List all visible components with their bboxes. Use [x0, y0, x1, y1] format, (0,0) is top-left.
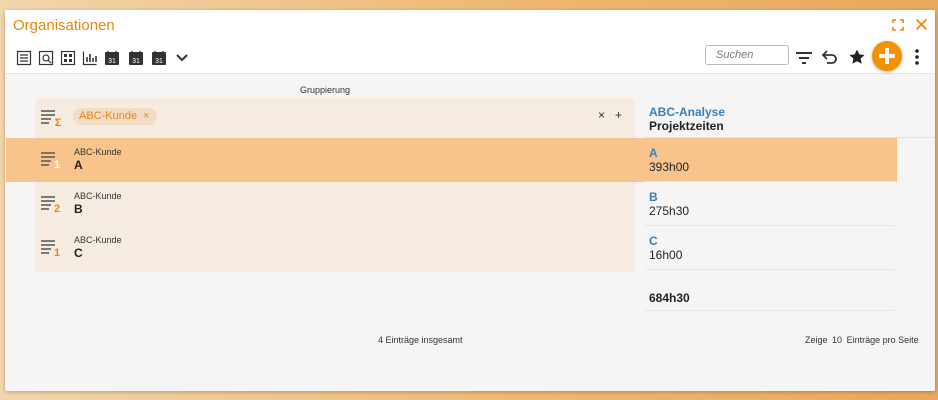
entries-count: 4 Einträge insgesamt — [378, 335, 463, 345]
row-group-value: C — [74, 246, 83, 260]
add-grouping-icon[interactable]: + — [615, 108, 622, 122]
svg-text:31: 31 — [132, 58, 140, 65]
window-title: Organisationen — [13, 17, 115, 34]
page-size-value[interactable]: 10 — [832, 335, 842, 345]
row-group-value: B — [74, 202, 83, 216]
svg-text:Σ: Σ — [55, 117, 62, 127]
cell-key[interactable]: A — [649, 146, 658, 160]
undo-icon[interactable] — [821, 48, 839, 66]
list-view-icon[interactable] — [16, 50, 32, 66]
column-header-subtitle: Projektzeiten — [649, 119, 724, 133]
column-header-title[interactable]: ABC-Analyse — [649, 105, 725, 119]
chip-label: ABC-Kunde — [79, 110, 138, 122]
tile-view-icon[interactable] — [60, 50, 76, 66]
total-value: 684h30 — [649, 291, 690, 305]
row-group-label: ABC-Kunde — [74, 191, 122, 201]
page-size-selector[interactable]: Zeige 10 Einträge pro Seite — [805, 335, 919, 345]
star-icon[interactable] — [848, 48, 866, 66]
calendar-week-icon[interactable]: 31 — [128, 50, 144, 66]
cell-value: 275h30 — [649, 204, 690, 218]
organisationen-window: Organisationen 31 31 31 Suchen Gruppieru… — [5, 10, 935, 391]
calendar-day-icon[interactable]: 31 — [104, 50, 120, 66]
page-size-prefix: Zeige — [805, 335, 828, 345]
toolbar: 31 31 31 — [5, 41, 935, 74]
row-group-value: A — [74, 158, 83, 172]
svg-text:1: 1 — [54, 159, 60, 169]
total-divider — [645, 310, 895, 311]
cell-key[interactable]: C — [649, 234, 658, 248]
grouping-panel: Σ ABC-Kunde × × + — [35, 98, 635, 138]
more-vertical-icon[interactable] — [913, 48, 921, 66]
group-row-c[interactable]: 1 ABC-Kunde C — [35, 226, 635, 270]
cell-value: 393h00 — [649, 160, 690, 174]
group-level-icon: 2 — [41, 195, 61, 215]
group-row-b[interactable]: 2 ABC-Kunde B — [35, 182, 635, 226]
value-cell-b: B 275h30 — [645, 182, 895, 226]
row-group-label: ABC-Kunde — [74, 147, 122, 157]
page-size-suffix: Einträge pro Seite — [846, 335, 919, 345]
row-group-label: ABC-Kunde — [74, 235, 122, 245]
detail-view-icon[interactable] — [38, 50, 54, 66]
grouping-sum-icon: Σ — [41, 109, 62, 129]
chip-remove-icon[interactable]: × — [143, 110, 149, 122]
expand-icon[interactable] — [892, 17, 904, 34]
group-level-icon: 1 — [41, 239, 61, 259]
title-bar: Organisationen — [5, 10, 935, 42]
grouping-chip-abc-kunde[interactable]: ABC-Kunde × — [73, 108, 157, 125]
svg-text:1: 1 — [54, 247, 60, 257]
cell-value: 16h00 — [649, 248, 683, 262]
svg-text:31: 31 — [108, 58, 116, 65]
group-level-icon: 1 — [41, 151, 61, 171]
close-icon[interactable] — [915, 17, 928, 34]
right-column-header: ABC-Analyse Projektzeiten — [645, 98, 935, 138]
chevron-down-icon[interactable] — [174, 50, 190, 66]
value-cell-c: C 16h00 — [645, 226, 895, 270]
cell-key[interactable]: B — [649, 190, 658, 204]
chart-view-icon[interactable] — [82, 50, 98, 66]
group-row-a[interactable]: 1 ABC-Kunde A — [35, 138, 635, 182]
calendar-month-icon[interactable]: 31 — [151, 50, 167, 66]
svg-text:31: 31 — [155, 58, 163, 65]
svg-text:2: 2 — [54, 203, 60, 213]
clear-grouping-icon[interactable]: × — [598, 108, 605, 122]
search-input[interactable] — [705, 45, 789, 65]
grouping-label: Gruppierung — [300, 85, 351, 95]
value-cell-a: A 393h00 — [645, 138, 895, 182]
add-button[interactable] — [872, 41, 902, 71]
filter-icon[interactable] — [794, 48, 814, 68]
